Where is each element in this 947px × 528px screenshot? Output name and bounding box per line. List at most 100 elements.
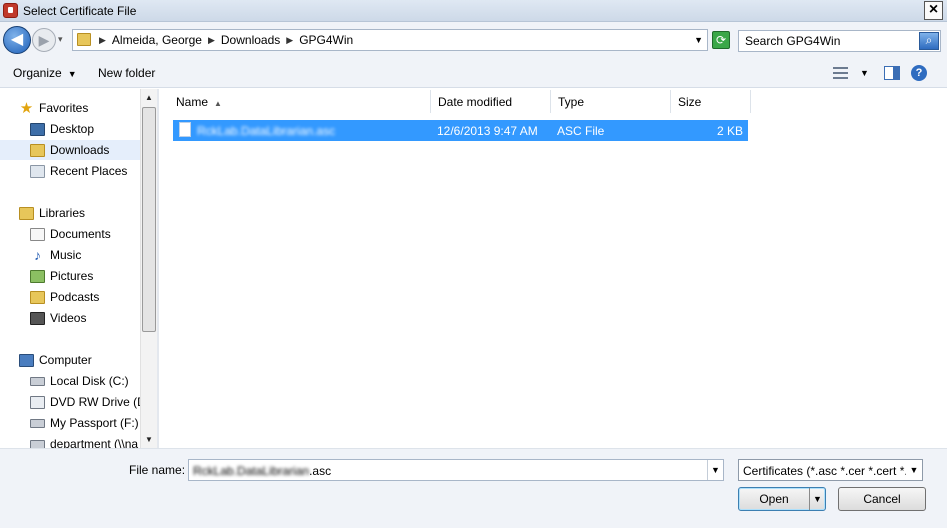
open-options-dropdown-icon[interactable]: ▼ [809, 488, 825, 510]
documents-icon [30, 227, 45, 241]
back-button[interactable]: ◀ [3, 26, 31, 54]
scroll-up-button[interactable]: ▲ [141, 89, 157, 106]
dialog-footer: File name: RckLab.DataLibrarian.asc ▼ Ce… [0, 448, 947, 528]
navigation-pane: ★ Favorites Desktop Downloads Recent Pla… [0, 89, 140, 448]
file-name: RckLab.DataLibrarian.asc [197, 124, 336, 138]
organize-menu[interactable]: Organize ▼ [13, 66, 77, 80]
music-icon: ♪ [34, 246, 41, 263]
file-list: Name ▲ Date modified Type Size RckLab.Dat… [159, 89, 943, 448]
search-icon[interactable]: ⌕ [919, 32, 939, 50]
column-header-date-modified[interactable]: Date modified [431, 90, 551, 113]
local-disk-icon [30, 376, 45, 386]
sidebar-item-label: My Passport (F:) [50, 416, 139, 430]
sidebar-item-label: Documents [50, 227, 111, 241]
network-drive-icon [30, 439, 45, 448]
sidebar-item-dvd-drive[interactable]: DVD RW Drive (D [0, 392, 140, 412]
navigation-bar: ◀ ▶ ▾ ▶ Almeida, George ▶ Downloads ▶ GP… [0, 22, 947, 58]
cancel-button[interactable]: Cancel [838, 487, 926, 511]
podcasts-icon [30, 290, 45, 304]
sidebar-item-label: Local Disk (C:) [50, 374, 129, 388]
column-header-type[interactable]: Type [551, 90, 671, 113]
sidebar-item-local-disk[interactable]: Local Disk (C:) [0, 371, 140, 391]
chevron-down-icon[interactable]: ▼ [906, 460, 922, 480]
library-icon [19, 206, 34, 220]
sidebar-group-label: Computer [39, 353, 92, 367]
title-bar: Select Certificate File × [0, 0, 947, 22]
file-name-dropdown-icon[interactable]: ▼ [707, 460, 723, 480]
view-dropdown-icon[interactable]: ▼ [860, 68, 869, 78]
refresh-button[interactable]: ⟳ [712, 31, 730, 49]
file-size: 2 KB [716, 124, 743, 138]
sidebar-item-music[interactable]: ♪ Music [0, 245, 140, 265]
open-button-label: Open [759, 492, 789, 506]
pictures-icon [30, 269, 45, 283]
address-bar[interactable]: ▶ Almeida, George ▶ Downloads ▶ GPG4Win … [72, 29, 708, 51]
chevron-right-icon[interactable]: ▶ [286, 35, 293, 46]
chevron-down-icon: ▼ [67, 69, 77, 79]
preview-pane-icon[interactable] [884, 66, 900, 80]
forward-button[interactable]: ▶ [32, 28, 56, 52]
column-header-name[interactable]: Name ▲ [169, 90, 431, 113]
sidebar-item-department[interactable]: department (\\na [0, 434, 140, 448]
file-name-value: RckLab.DataLibrarian.asc [193, 464, 331, 478]
breadcrumb-user[interactable]: Almeida, George [112, 33, 202, 47]
file-row[interactable]: RckLab.DataLibrarian.asc 12/6/2013 9:47 … [173, 120, 748, 141]
sidebar-item-label: Podcasts [50, 290, 100, 304]
column-header-label: Name [176, 95, 209, 109]
column-header-label: Date modified [438, 95, 513, 109]
usb-drive-icon [30, 418, 45, 428]
file-type-select[interactable]: Certificates (*.asc *.cer *.cert *.c ▼ [738, 459, 923, 481]
search-box: ⌕ [738, 30, 941, 52]
sidebar-group-libraries[interactable]: Libraries [0, 203, 140, 223]
sidebar-item-label: Music [50, 248, 82, 262]
breadcrumb-gpg4win[interactable]: GPG4Win [299, 33, 353, 47]
file-name-input[interactable]: RckLab.DataLibrarian.asc ▼ [188, 459, 724, 481]
scroll-down-button[interactable]: ▼ [141, 431, 157, 448]
sidebar-item-my-passport[interactable]: My Passport (F:) [0, 413, 140, 433]
sidebar-item-documents[interactable]: Documents [0, 224, 140, 244]
computer-icon [19, 353, 34, 367]
downloads-folder-icon [30, 143, 45, 157]
sidebar-item-pictures[interactable]: Pictures [0, 266, 140, 286]
file-name-label: File name: [129, 463, 186, 477]
file-name-base: RckLab.DataLibrarian [193, 464, 310, 478]
folder-icon [77, 33, 91, 46]
sidebar-item-label: Videos [50, 311, 87, 325]
sidebar-item-desktop[interactable]: Desktop [0, 119, 140, 139]
recent-places-icon [30, 164, 45, 178]
search-input[interactable] [739, 31, 919, 51]
help-icon[interactable]: ? [911, 65, 927, 81]
sidebar-item-videos[interactable]: Videos [0, 308, 140, 328]
breadcrumb-downloads[interactable]: Downloads [221, 33, 280, 47]
file-name-extension: .asc [309, 464, 332, 478]
column-header-label: Size [678, 95, 702, 109]
sidebar-group-computer[interactable]: Computer [0, 350, 140, 370]
scroll-thumb[interactable] [142, 107, 156, 332]
sidebar-item-downloads[interactable]: Downloads [0, 140, 140, 160]
videos-icon [30, 311, 45, 325]
sidebar-item-label: Desktop [50, 122, 95, 136]
sidebar-item-podcasts[interactable]: Podcasts [0, 287, 140, 307]
column-header-size[interactable]: Size [671, 90, 751, 113]
command-toolbar: Organize ▼ New folder ▼ ? [0, 58, 947, 88]
file-icon [179, 122, 191, 137]
chevron-right-icon[interactable]: ▶ [99, 35, 106, 46]
view-options-icon[interactable] [833, 67, 848, 79]
breadcrumb: ▶ Almeida, George ▶ Downloads ▶ GPG4Win [97, 33, 353, 47]
sidebar-item-recent-places[interactable]: Recent Places [0, 161, 140, 181]
chevron-right-icon[interactable]: ▶ [208, 35, 215, 46]
open-button[interactable]: Open ▼ [738, 487, 826, 511]
sidebar-group-label: Favorites [39, 101, 89, 115]
address-dropdown-icon[interactable]: ▼ [694, 35, 703, 45]
close-button[interactable]: × [924, 1, 943, 20]
sidebar-scrollbar[interactable]: ▲ ▼ [140, 89, 157, 448]
file-type-value: Certificates (*.asc *.cer *.cert *.c [743, 464, 914, 478]
new-folder-button[interactable]: New folder [98, 66, 155, 80]
sort-ascending-icon: ▲ [214, 99, 222, 108]
app-icon [3, 3, 18, 18]
sidebar-item-label: Pictures [50, 269, 94, 283]
organize-label: Organize [13, 66, 62, 80]
recent-locations-dropdown[interactable]: ▾ [58, 34, 63, 45]
sidebar-group-favorites[interactable]: ★ Favorites [0, 98, 140, 118]
sidebar-item-label: Recent Places [50, 164, 128, 178]
